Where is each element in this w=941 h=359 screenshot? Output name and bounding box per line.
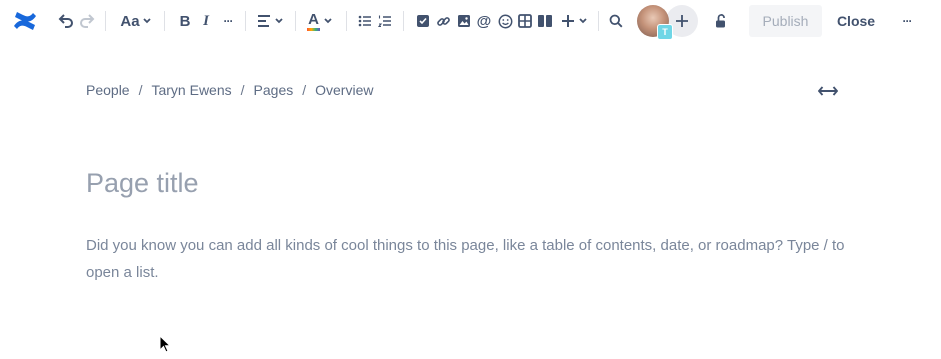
checkbox-icon xyxy=(417,15,429,27)
bullet-list-button[interactable] xyxy=(356,12,374,30)
breadcrumb-separator: / xyxy=(240,82,245,98)
bullet-list-icon xyxy=(358,15,371,27)
italic-button[interactable]: I xyxy=(198,12,214,30)
chevron-down-icon xyxy=(142,18,151,24)
search-icon xyxy=(609,14,623,28)
emoji-button[interactable] xyxy=(496,12,514,30)
expand-width-icon xyxy=(818,86,838,96)
collaborator-badge: T xyxy=(657,24,673,40)
publish-button[interactable]: Publish xyxy=(749,5,822,37)
more-actions-button[interactable]: ··· xyxy=(896,11,918,31)
unlock-icon xyxy=(716,14,725,28)
chevron-down-icon xyxy=(274,18,283,24)
breadcrumb: People / Taryn Ewens / Pages / Overview xyxy=(86,82,373,98)
bold-button[interactable]: B xyxy=(177,12,193,30)
columns-icon xyxy=(538,15,552,27)
undo-button[interactable] xyxy=(57,12,75,30)
numbered-list-icon xyxy=(378,15,391,28)
numbered-list-button[interactable] xyxy=(376,12,394,30)
full-width-toggle[interactable] xyxy=(817,83,839,99)
table-button[interactable] xyxy=(516,12,534,30)
insert-more-dropdown[interactable] xyxy=(559,11,589,31)
text-style-label: Aa xyxy=(120,12,140,30)
breadcrumb-separator: / xyxy=(138,82,143,98)
confluence-logo[interactable] xyxy=(12,8,38,34)
chevron-down-icon xyxy=(324,18,332,24)
close-button[interactable]: Close xyxy=(830,5,882,37)
image-icon xyxy=(458,15,470,27)
toolbar-divider xyxy=(598,11,599,31)
text-style-dropdown[interactable]: Aa xyxy=(119,11,153,31)
link-button[interactable] xyxy=(434,12,452,30)
toolbar-divider xyxy=(403,11,404,31)
layouts-button[interactable] xyxy=(536,12,554,30)
breadcrumb-item-people[interactable]: People xyxy=(86,82,130,98)
italic-icon: I xyxy=(203,12,209,29)
plus-icon xyxy=(676,15,688,27)
chevron-down-icon xyxy=(578,18,587,24)
breadcrumb-item-pages[interactable]: Pages xyxy=(254,82,294,98)
font-color-icon: A xyxy=(307,12,320,31)
breadcrumb-item-overview[interactable]: Overview xyxy=(315,82,373,98)
find-replace-button[interactable] xyxy=(607,12,625,30)
redo-button[interactable] xyxy=(78,12,96,30)
toolbar-divider xyxy=(346,11,347,31)
mention-button[interactable]: @ xyxy=(475,11,493,31)
color-bar xyxy=(307,27,320,31)
font-color-label: A xyxy=(308,10,319,28)
breadcrumb-separator: / xyxy=(302,82,307,98)
more-formatting-icon: ··· xyxy=(223,14,234,28)
toolbar-divider xyxy=(245,11,246,31)
restrictions-button[interactable] xyxy=(711,11,731,31)
breadcrumb-item-user[interactable]: Taryn Ewens xyxy=(151,82,231,98)
mouse-cursor-icon xyxy=(159,335,172,353)
link-icon xyxy=(436,16,450,26)
font-color-dropdown[interactable]: A xyxy=(305,10,335,32)
more-icon: ··· xyxy=(902,14,913,28)
toolbar-divider xyxy=(105,11,106,31)
editor-toolbar: Aa B I ··· A @ T Publish Close ··· xyxy=(0,0,941,42)
mention-icon: @ xyxy=(476,12,492,30)
toolbar-divider xyxy=(164,11,165,31)
more-formatting-button[interactable]: ··· xyxy=(220,12,236,30)
redo-icon xyxy=(80,14,95,28)
undo-icon xyxy=(58,14,73,28)
align-left-icon xyxy=(257,15,270,27)
emoji-icon xyxy=(498,14,512,28)
plus-icon xyxy=(561,15,574,27)
bold-icon: B xyxy=(179,12,191,30)
image-button[interactable] xyxy=(455,12,473,30)
table-icon xyxy=(518,14,532,28)
alignment-dropdown[interactable] xyxy=(255,12,285,30)
toolbar-divider xyxy=(295,11,296,31)
page-body-editor[interactable]: Did you know you can add all kinds of co… xyxy=(86,232,866,286)
action-item-button[interactable] xyxy=(414,12,432,30)
page-title-input[interactable]: Page title xyxy=(86,168,199,199)
